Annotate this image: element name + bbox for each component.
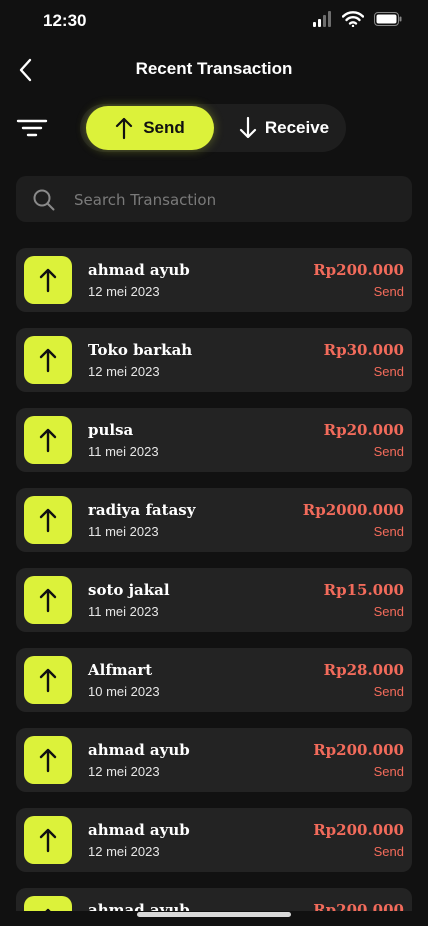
transaction-date: 12 mei 2023 <box>88 364 160 379</box>
transaction-type: Send <box>373 524 404 539</box>
status-icons <box>312 11 402 27</box>
transaction-row[interactable]: ahmad ayub 12 mei 2023 Rp200.000 Send <box>16 808 412 872</box>
transaction-type: Send <box>373 684 404 699</box>
transaction-row[interactable]: radiya fatasy 11 mei 2023 Rp2000.000 Send <box>16 488 412 552</box>
transaction-type: Send <box>373 444 404 459</box>
send-tab-label: Send <box>143 118 185 137</box>
transaction-name: pulsa <box>88 421 134 439</box>
send-arrow-icon <box>24 576 72 624</box>
transaction-name: Alfmart <box>88 661 153 679</box>
receive-tab-label: Receive <box>264 118 330 137</box>
transaction-amount: Rp20.000 <box>323 421 404 439</box>
send-arrow-icon <box>24 336 72 384</box>
arrow-down-icon <box>239 116 256 139</box>
send-arrow-icon <box>24 736 72 784</box>
header: Recent Transaction <box>0 52 428 86</box>
transaction-row[interactable]: ahmad ayub12 mei 2023Rp200.000Send <box>16 888 412 911</box>
home-indicator <box>137 912 291 917</box>
transaction-name: ahmad ayub <box>88 821 190 839</box>
transaction-row[interactable]: Toko barkah 12 mei 2023 Rp30.000 Send <box>16 328 412 392</box>
transaction-date: 10 mei 2023 <box>88 684 160 699</box>
transaction-date: 11 mei 2023 <box>88 604 159 619</box>
transaction-row[interactable]: soto jakal 11 mei 2023 Rp15.000 Send <box>16 568 412 632</box>
transaction-row[interactable]: pulsa 11 mei 2023 Rp20.000 Send <box>16 408 412 472</box>
transaction-name: ahmad ayub <box>88 261 190 279</box>
battery-icon <box>374 12 402 26</box>
filter-icon[interactable] <box>16 116 48 140</box>
transaction-row[interactable]: ahmad ayub 12 mei 2023 Rp200.000 Send <box>16 248 412 312</box>
arrow-up-icon <box>116 117 133 140</box>
search-bar <box>16 176 412 224</box>
transaction-list: ahmad ayub 12 mei 2023 Rp200.000 Send Toko b… <box>16 248 412 911</box>
wifi-icon <box>342 11 364 27</box>
transaction-type: Send <box>373 364 404 379</box>
send-arrow-icon <box>24 496 72 544</box>
transaction-amount: Rp15.000 <box>323 581 404 599</box>
transaction-name: soto jakal <box>88 581 170 599</box>
status-bar: 12:30 <box>0 0 428 40</box>
transaction-name: ahmad ayub <box>88 901 190 911</box>
transaction-amount: Rp200.000 <box>313 741 404 759</box>
transaction-type: Send <box>373 604 404 619</box>
transaction-date: 11 mei 2023 <box>88 444 159 459</box>
transaction-name: ahmad ayub <box>88 741 190 759</box>
receive-tab-button[interactable]: Receive <box>228 106 340 150</box>
transaction-name: Toko barkah <box>88 341 193 359</box>
transaction-amount: Rp200.000 <box>313 261 404 279</box>
transaction-type: Send <box>373 284 404 299</box>
transaction-amount: Rp28.000 <box>323 661 404 679</box>
transaction-amount: Rp200.000 <box>313 901 404 911</box>
transaction-type: Send <box>373 844 404 859</box>
send-tab-button[interactable]: Send <box>86 106 214 150</box>
page-title: Recent Transaction <box>135 59 293 78</box>
status-time: 12:30 <box>43 11 87 30</box>
send-arrow-icon <box>24 816 72 864</box>
transaction-date: 11 mei 2023 <box>88 524 159 539</box>
transaction-row[interactable]: ahmad ayub 12 mei 2023 Rp200.000 Send <box>16 728 412 792</box>
send-arrow-icon <box>24 896 72 911</box>
send-arrow-icon <box>24 256 72 304</box>
transaction-date: 12 mei 2023 <box>88 764 160 779</box>
transaction-row[interactable]: Alfmart 10 mei 2023 Rp28.000 Send <box>16 648 412 712</box>
transaction-amount: Rp2000.000 <box>302 501 404 519</box>
transaction-date: 12 mei 2023 <box>88 284 160 299</box>
cellular-signal-icon <box>313 11 331 27</box>
transaction-amount: Rp200.000 <box>313 821 404 839</box>
transaction-type: Send <box>373 764 404 779</box>
transaction-amount: Rp30.000 <box>323 341 404 359</box>
search-input[interactable] <box>72 176 396 224</box>
send-arrow-icon <box>24 416 72 464</box>
transaction-date: 12 mei 2023 <box>88 844 160 859</box>
search-icon <box>33 189 55 211</box>
send-arrow-icon <box>24 656 72 704</box>
transaction-name: radiya fatasy <box>88 501 196 519</box>
